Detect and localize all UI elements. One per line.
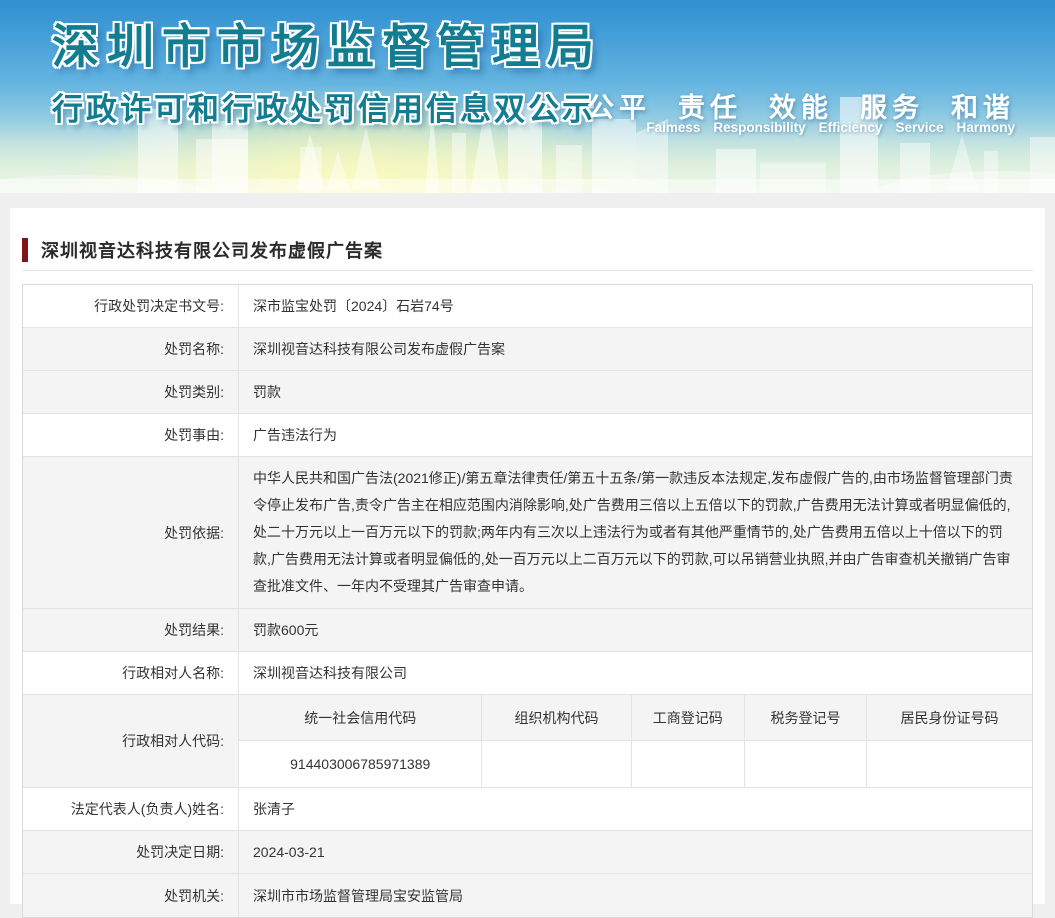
table-row-penalty-basis: 处罚依据: 中华人民共和国广告法(2021修正)/第五章法律责任/第五十五条/第… <box>23 457 1032 609</box>
row-label: 行政相对人代码: <box>23 695 239 787</box>
row-label: 处罚机关: <box>23 874 239 917</box>
title-divider <box>22 270 1033 271</box>
row-label: 处罚类别: <box>23 371 239 413</box>
codes-table: 统一社会信用代码 组织机构代码 工商登记码 税务登记号 居民身份证号码 9144… <box>239 695 1032 787</box>
codes-value-cell <box>745 741 868 787</box>
codes-header-cell: 组织机构代码 <box>482 695 632 740</box>
table-row-penalty-category: 处罚类别: 罚款 <box>23 371 1032 414</box>
table-row-party-codes: 行政相对人代码: 统一社会信用代码 组织机构代码 工商登记码 税务登记号 居民身… <box>23 695 1032 788</box>
row-value: 罚款600元 <box>253 622 319 638</box>
slogan-en-word: Responsibility <box>713 120 806 135</box>
slogan-en-word: Faimess <box>646 120 701 135</box>
codes-value-cell <box>482 741 632 787</box>
row-value: 2024-03-21 <box>253 844 325 860</box>
table-row-legal-representative: 法定代表人(负责人)姓名: 张清子 <box>23 788 1032 831</box>
codes-value-cell <box>867 741 1032 787</box>
table-row-decision-date: 处罚决定日期: 2024-03-21 <box>23 831 1032 874</box>
codes-header-cell: 统一社会信用代码 <box>239 695 483 740</box>
row-value: 深圳视音达科技有限公司 <box>253 665 407 681</box>
table-row-penalty-name: 处罚名称: 深圳视音达科技有限公司发布虚假广告案 <box>23 328 1032 371</box>
codes-value-row: 914403006785971389 <box>239 741 1032 787</box>
slogan-en-word: Harmony <box>956 120 1015 135</box>
row-label: 处罚决定日期: <box>23 831 239 873</box>
site-banner: 深圳市市场监督管理局 行政许可和行政处罚信用信息双公示 公平 责任 效能 服务 … <box>0 0 1055 193</box>
penalty-info-table: 行政处罚决定书文号: 深市监宝处罚〔2024〕石岩74号 处罚名称: 深圳视音达… <box>22 284 1033 918</box>
table-row-party-name: 行政相对人名称: 深圳视音达科技有限公司 <box>23 652 1032 695</box>
slogan-en: Faimess Responsibility Efficiency Servic… <box>646 120 1015 135</box>
row-label: 处罚名称: <box>23 328 239 370</box>
codes-header-cell: 税务登记号 <box>745 695 868 740</box>
codes-value-cell: 914403006785971389 <box>239 741 483 787</box>
org-title: 深圳市市场监督管理局 <box>52 20 602 73</box>
slogan-en-word: Efficiency <box>818 120 883 135</box>
row-label: 处罚事由: <box>23 414 239 456</box>
case-title: 深圳视音达科技有限公司发布虚假广告案 <box>41 241 383 261</box>
row-value: 深市监宝处罚〔2024〕石岩74号 <box>253 298 454 314</box>
row-label: 行政相对人名称: <box>23 652 239 694</box>
row-value: 广告违法行为 <box>253 427 337 443</box>
row-label: 处罚依据: <box>23 457 239 608</box>
row-value: 张清子 <box>253 801 295 817</box>
codes-value-cell <box>632 741 745 787</box>
table-row-penalty-result: 处罚结果: 罚款600元 <box>23 609 1032 652</box>
slogan-cn-word: 公平 <box>587 93 651 123</box>
content-card: 深圳视音达科技有限公司发布虚假广告案 行政处罚决定书文号: 深市监宝处罚〔202… <box>10 208 1045 918</box>
row-label: 法定代表人(负责人)姓名: <box>23 788 239 830</box>
codes-header-cell: 居民身份证号码 <box>900 709 999 726</box>
codes-header-row: 统一社会信用代码 组织机构代码 工商登记码 税务登记号 居民身份证号码 <box>239 695 1032 741</box>
table-row-penalty-authority: 处罚机关: 深圳市市场监督管理局宝安监管局 <box>23 874 1032 917</box>
slogan-en-word: Service <box>895 120 944 135</box>
row-value: 深圳视音达科技有限公司发布虚假广告案 <box>253 341 505 357</box>
row-value: 深圳市市场监督管理局宝安监管局 <box>253 887 463 904</box>
table-row-decision-number: 行政处罚决定书文号: 深市监宝处罚〔2024〕石岩74号 <box>23 285 1032 328</box>
codes-header-cell: 工商登记码 <box>632 695 745 740</box>
table-row-penalty-reason: 处罚事由: 广告违法行为 <box>23 414 1032 457</box>
row-label: 行政处罚决定书文号: <box>23 285 239 327</box>
banner-subtitle: 行政许可和行政处罚信用信息双公示 <box>52 92 596 127</box>
title-accent-bar <box>22 238 28 262</box>
case-title-block: 深圳视音达科技有限公司发布虚假广告案 <box>22 208 1033 267</box>
row-value: 中华人民共和国广告法(2021修正)/第五章法律责任/第五十五条/第一款违反本法… <box>253 470 1013 594</box>
row-label: 处罚结果: <box>23 609 239 651</box>
row-value: 罚款 <box>253 384 281 400</box>
